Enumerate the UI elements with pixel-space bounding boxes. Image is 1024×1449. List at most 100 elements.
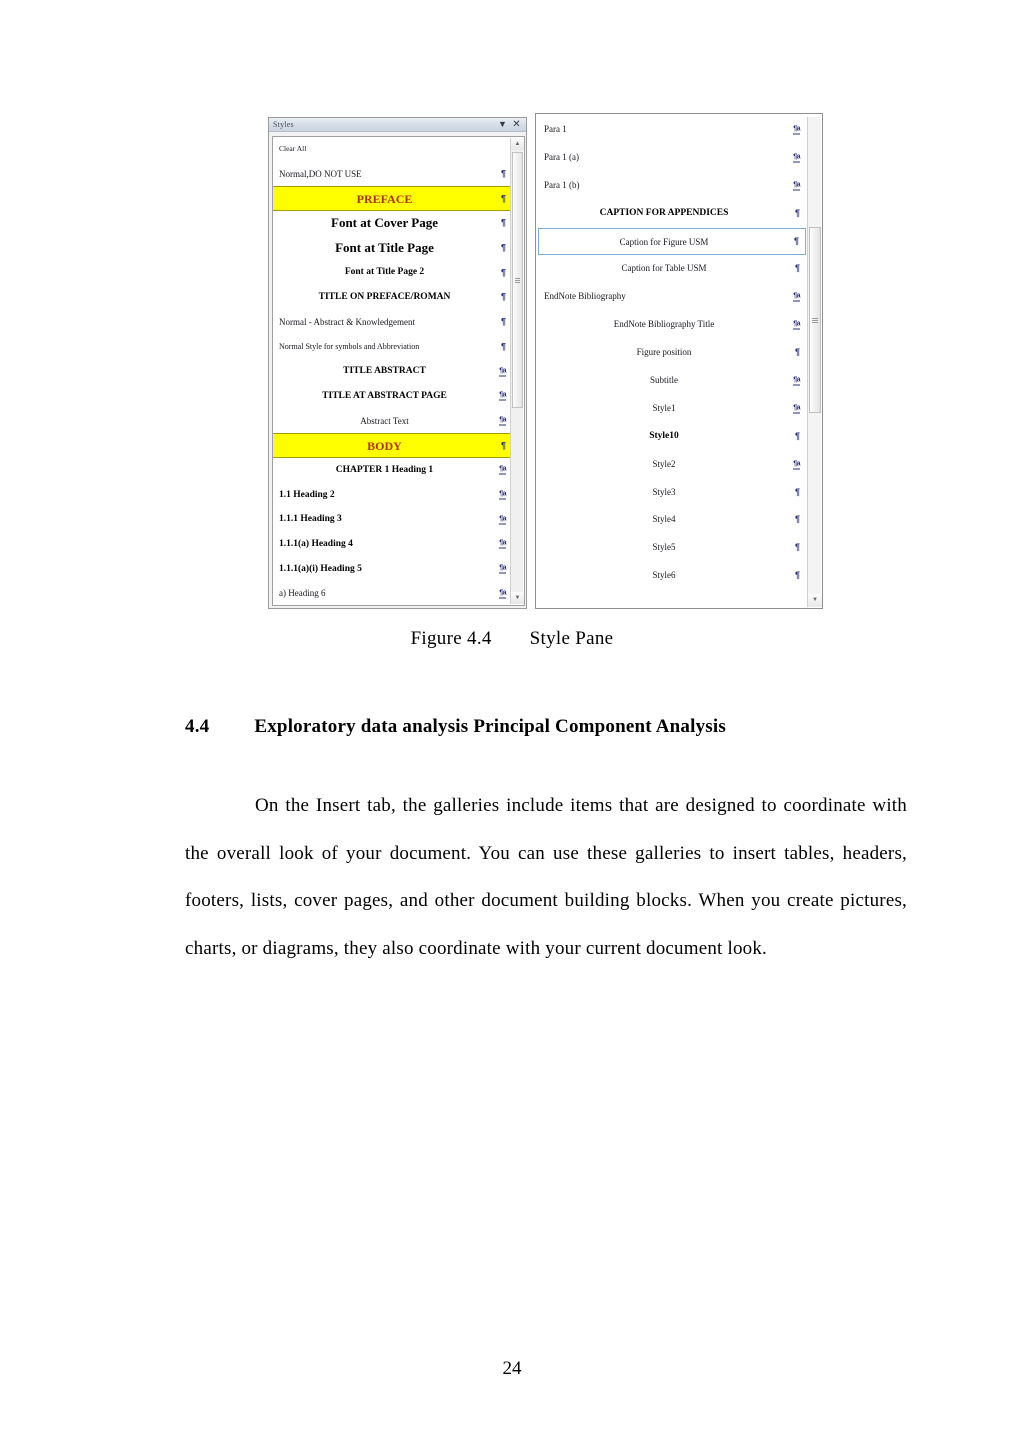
pilcrow-icon: ¶ (500, 341, 506, 352)
scroll-up-icon[interactable]: ▲ (511, 138, 524, 150)
pilcrow-char-icon: ¶a (499, 391, 506, 401)
body-paragraph: On the Insert tab, the galleries include… (185, 795, 907, 959)
pilcrow-char-icon: ¶a (499, 465, 506, 475)
style-list-item-label: TITLE AT ABSTRACT PAGE (322, 390, 447, 401)
style-list-item[interactable]: Clear All (273, 137, 510, 162)
style-list-item-label: Clear All (279, 144, 307, 153)
styles-pane-right: Para 1 ¶a Para 1 (a) ¶a Para 1 (b) ¶a CAPTION … (535, 113, 823, 609)
style-list-item[interactable]: Normal,DO NOT USE ¶ (273, 162, 510, 187)
style-list-item[interactable]: Normal - Abstract & Knowledgement ¶ (273, 310, 510, 335)
pilcrow-icon: ¶ (794, 430, 800, 441)
scroll-down-icon[interactable]: ▼ (511, 592, 524, 604)
style-list-item[interactable]: EndNote Bibliography ¶a (538, 283, 806, 311)
style-list-item-label: 1.1 Heading 2 (279, 489, 335, 500)
pilcrow-icon: ¶ (500, 440, 506, 451)
style-list-item[interactable]: Figure position ¶ (538, 339, 806, 367)
style-list-item[interactable]: EndNote Bibliography Title ¶a (538, 311, 806, 339)
styles-pane-title: Styles (273, 120, 294, 129)
scrollbar-thumb[interactable] (809, 227, 821, 413)
close-icon[interactable]: ✕ (511, 119, 522, 130)
pilcrow-char-icon: ¶a (793, 292, 800, 302)
scrollbar-grip (812, 318, 818, 323)
style-list-item[interactable]: CAPTION FOR APPENDICES ¶ (538, 200, 806, 228)
section-number: 4.4 (185, 716, 210, 737)
style-list-item[interactable]: TITLE ABSTRACT ¶a (273, 359, 510, 384)
figure-caption-text: Style Pane (529, 628, 614, 649)
style-list-item[interactable]: Caption for Figure USM ¶ (538, 227, 806, 256)
style-list-item[interactable]: Abstract Text ¶a (273, 409, 510, 434)
style-list-item-label: Font at Cover Page (331, 215, 438, 231)
style-list-item-label: Style6 (652, 570, 676, 581)
pilcrow-char-icon: ¶a (793, 125, 800, 135)
pilcrow-char-icon: ¶a (793, 320, 800, 330)
style-list-item-label: Para 1 (a) (544, 151, 579, 162)
style-list-item[interactable]: Normal Style for symbols and Abbreviatio… (273, 335, 510, 360)
style-list-item-label: PREFACE (356, 192, 413, 207)
styles-pane-titlebar: Styles ▼ ✕ (269, 118, 526, 132)
style-list-item[interactable]: Para 1 (b) ¶a (538, 172, 806, 200)
pilcrow-char-icon: ¶a (499, 416, 506, 426)
pilcrow-icon: ¶ (794, 207, 800, 218)
pilcrow-char-icon: ¶a (499, 589, 506, 599)
pilcrow-icon: ¶ (500, 242, 506, 253)
styles-list-right[interactable]: Para 1 ¶a Para 1 (a) ¶a Para 1 (b) ¶a CAPTION … (538, 116, 822, 608)
style-list-item[interactable]: Font at Title Page ¶ (273, 236, 510, 261)
style-list-item-label: Caption for Table USM (621, 263, 707, 274)
style-list-item-label: Abstract Text (360, 415, 409, 426)
style-list-item[interactable]: Style10 ¶ (538, 423, 806, 451)
style-list-item-label: 1.1.1 Heading 3 (279, 514, 342, 525)
style-list-item[interactable]: Style3 ¶ (538, 479, 806, 507)
style-list-item[interactable]: a) Heading 6 ¶a (273, 581, 510, 605)
pilcrow-icon: ¶ (500, 292, 506, 303)
style-list-item-label: Para 1 (b) (544, 179, 580, 190)
scrollbar-thumb[interactable] (512, 152, 523, 408)
style-list-item-label: Font at Title Page 2 (344, 267, 425, 278)
style-list-item[interactable]: Style4 ¶ (538, 506, 806, 534)
style-list-item[interactable]: Para 1 (a) ¶a (538, 144, 806, 172)
style-list-item[interactable]: CHAPTER 1 Heading 1 ¶a (273, 458, 510, 483)
pilcrow-icon: ¶ (500, 168, 506, 179)
style-list-item[interactable]: Font at Title Page 2 ¶ (273, 260, 510, 285)
figure-style-pane-screenshot: Styles ▼ ✕ Clear All Normal,DO NOT USE ¶ PR… (0, 0, 1024, 609)
style-list-item[interactable]: Style1 ¶a (538, 395, 806, 423)
pilcrow-icon: ¶ (794, 263, 800, 274)
pilcrow-char-icon: ¶a (793, 153, 800, 163)
style-list-item-label: 1.1.1(a)(i) Heading 5 (279, 563, 362, 574)
styles-list-right-scrollbar[interactable]: ▼ (807, 117, 822, 607)
chevron-down-icon[interactable]: ▼ (497, 119, 508, 130)
style-list-item[interactable]: Style5 ¶ (538, 534, 806, 562)
pilcrow-char-icon: ¶a (793, 181, 800, 191)
style-list-item-label: Style2 (652, 458, 676, 469)
style-list-item[interactable]: 1.1 Heading 2 ¶a (273, 483, 510, 508)
style-list-item[interactable]: 1.1.1 Heading 3 ¶a (273, 507, 510, 532)
style-list-item-label: Subtitle (649, 375, 678, 386)
style-list-item[interactable]: 1.1.1(a) Heading 4 ¶a (273, 532, 510, 557)
style-list-item-label: Caption for Figure USM (619, 236, 709, 247)
style-list-item[interactable]: TITLE ON PREFACE/ROMAN ¶ (273, 285, 510, 310)
section-heading: 4.4 Exploratory data analysis Principal C… (185, 716, 905, 738)
style-list-item[interactable]: Style2 ¶a (538, 451, 806, 479)
scroll-down-icon[interactable]: ▼ (808, 594, 822, 607)
pilcrow-char-icon: ¶a (499, 367, 506, 377)
style-list-item[interactable]: Subtitle ¶a (538, 367, 806, 395)
style-list-item[interactable]: BODY ¶ (273, 433, 510, 458)
style-list-item[interactable]: Para 1 ¶a (538, 116, 806, 144)
style-list-item-label: Style3 (652, 486, 676, 497)
style-list-item[interactable]: Style6 ¶ (538, 562, 806, 590)
styles-list-left-scrollbar[interactable]: ▲ ▼ (510, 138, 524, 604)
style-list-item[interactable]: Font at Cover Page ¶ (273, 211, 510, 236)
styles-list-left[interactable]: Clear All Normal,DO NOT USE ¶ PREFACE ¶ Font … (272, 136, 525, 606)
style-list-item[interactable]: PREFACE ¶ (273, 186, 510, 212)
style-list-item-label: Font at Title Page (335, 239, 434, 255)
style-list-item[interactable]: Caption for Table USM ¶ (538, 255, 806, 283)
styles-list-left-rows: Clear All Normal,DO NOT USE ¶ PREFACE ¶ Font … (273, 137, 510, 605)
style-list-item[interactable]: 1.1.1(a)(i) Heading 5 ¶a (273, 557, 510, 582)
styles-list-right-rows: Para 1 ¶a Para 1 (a) ¶a Para 1 (b) ¶a CAPTION … (538, 116, 806, 608)
style-list-item-label: Figure position (636, 347, 692, 358)
pilcrow-icon: ¶ (794, 514, 800, 525)
pilcrow-char-icon: ¶a (499, 490, 506, 500)
style-list-item[interactable]: TITLE AT ABSTRACT PAGE ¶a (273, 384, 510, 409)
style-list-item-label: Style4 (652, 514, 676, 525)
style-list-item-label: Normal,DO NOT USE (279, 168, 362, 179)
pilcrow-icon: ¶ (794, 542, 800, 553)
